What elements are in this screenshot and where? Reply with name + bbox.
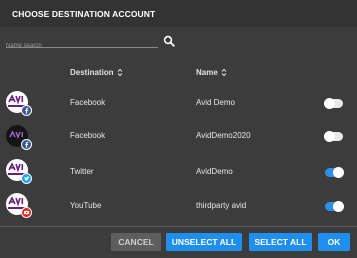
name-cell: thirdparty avid bbox=[196, 201, 247, 210]
table-row[interactable]: YouTube thirdparty avid bbox=[0, 188, 357, 224]
sort-icon[interactable] bbox=[221, 68, 227, 77]
name-cell: AvidDemo bbox=[196, 167, 233, 176]
enable-toggle[interactable] bbox=[325, 201, 344, 212]
facebook-icon bbox=[21, 105, 32, 116]
destination-cell: Facebook bbox=[70, 98, 106, 107]
destination-cell: Twitter bbox=[70, 167, 94, 176]
select-all-button[interactable]: SELECT ALL bbox=[249, 233, 312, 251]
account-avatar bbox=[6, 159, 32, 184]
search-icon[interactable] bbox=[163, 35, 175, 47]
unselect-all-button[interactable]: UNSELECT ALL bbox=[166, 233, 242, 251]
table-row[interactable]: Twitter AvidDemo bbox=[0, 154, 357, 190]
sort-icon[interactable] bbox=[117, 68, 123, 77]
footer-divider bbox=[0, 226, 357, 227]
dialog-title: CHOOSE DESTINATION ACCOUNT bbox=[12, 8, 156, 19]
dialog-titlebar: CHOOSE DESTINATION ACCOUNT bbox=[0, 0, 357, 27]
account-avatar bbox=[6, 125, 32, 150]
toggle-knob bbox=[333, 167, 344, 178]
enable-toggle[interactable] bbox=[324, 98, 343, 109]
name-cell: Avid Demo bbox=[196, 98, 235, 107]
account-avatar bbox=[6, 193, 32, 218]
name-column-header[interactable]: Name bbox=[196, 68, 227, 77]
youtube-icon bbox=[21, 207, 32, 218]
toggle-knob bbox=[324, 131, 335, 142]
enable-toggle[interactable] bbox=[324, 131, 343, 142]
cancel-button[interactable]: CANCEL bbox=[111, 233, 161, 251]
ok-button[interactable]: OK bbox=[318, 233, 350, 251]
destination-cell: YouTube bbox=[70, 201, 102, 210]
twitter-icon bbox=[21, 173, 32, 184]
name-header-label: Name bbox=[196, 68, 218, 77]
name-search-input[interactable] bbox=[6, 39, 158, 53]
toggle-knob bbox=[324, 98, 335, 109]
toggle-knob bbox=[333, 201, 344, 212]
table-row[interactable]: Facebook Avid Demo bbox=[0, 84, 357, 120]
facebook-icon bbox=[21, 139, 32, 150]
name-search-field[interactable] bbox=[6, 34, 158, 53]
destination-column-header[interactable]: Destination bbox=[70, 68, 123, 77]
name-cell: AvidDemo2020 bbox=[196, 131, 251, 140]
account-avatar bbox=[6, 91, 32, 116]
table-row[interactable]: Facebook AvidDemo2020 bbox=[0, 120, 357, 156]
destination-header-label: Destination bbox=[70, 68, 114, 77]
destination-cell: Facebook bbox=[70, 131, 106, 140]
enable-toggle[interactable] bbox=[325, 167, 344, 178]
